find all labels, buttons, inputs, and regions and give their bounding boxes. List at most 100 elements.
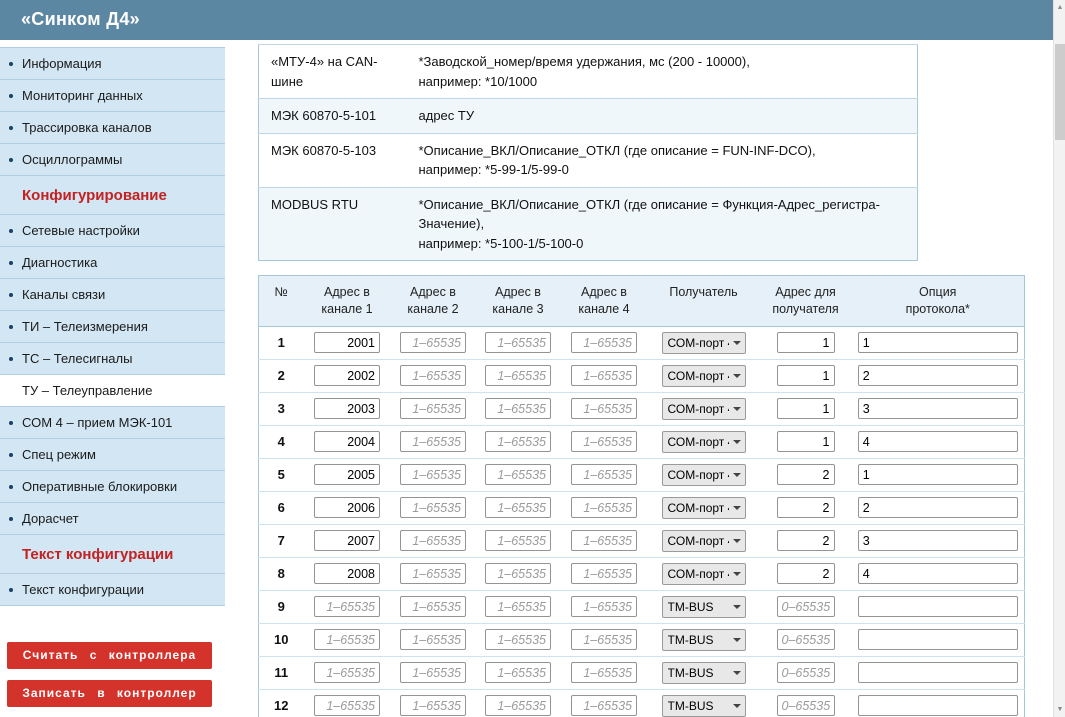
- protocol-option-input[interactable]: [858, 596, 1018, 617]
- sidebar-item[interactable]: СОМ 4 – прием МЭК-101: [0, 407, 225, 439]
- receiver-select[interactable]: TM-BUS: [662, 695, 746, 717]
- channel3-address-input[interactable]: [485, 464, 551, 485]
- channel1-address-input[interactable]: [314, 332, 380, 353]
- receiver-address-input[interactable]: [777, 530, 835, 551]
- receiver-address-input[interactable]: [777, 332, 835, 353]
- channel1-address-input[interactable]: [314, 695, 380, 716]
- channel4-address-input[interactable]: [571, 629, 637, 650]
- channel2-address-input[interactable]: [400, 662, 466, 683]
- protocol-option-input[interactable]: [858, 365, 1018, 386]
- receiver-select[interactable]: СОМ-порт 4: [662, 431, 746, 453]
- channel4-address-input[interactable]: [571, 563, 637, 584]
- channel1-address-input[interactable]: [314, 431, 380, 452]
- channel3-address-input[interactable]: [485, 596, 551, 617]
- channel1-address-input[interactable]: [314, 464, 380, 485]
- read-from-controller-button[interactable]: Считать с контроллера: [7, 642, 212, 669]
- receiver-select[interactable]: СОМ-порт 4: [662, 530, 746, 552]
- receiver-address-input[interactable]: [777, 695, 835, 716]
- write-to-controller-button[interactable]: Записать в контроллер: [7, 680, 212, 707]
- sidebar-item[interactable]: Текст конфигурации: [0, 535, 225, 574]
- sidebar-item[interactable]: Трассировка каналов: [0, 112, 225, 144]
- receiver-address-input[interactable]: [777, 629, 835, 650]
- channel2-address-input[interactable]: [400, 530, 466, 551]
- receiver-select[interactable]: СОМ-порт 4: [662, 464, 746, 486]
- sidebar-item[interactable]: ТИ – Телеизмерения: [0, 311, 225, 343]
- protocol-option-input[interactable]: [858, 398, 1018, 419]
- channel2-address-input[interactable]: [400, 629, 466, 650]
- channel1-address-input[interactable]: [314, 563, 380, 584]
- channel2-address-input[interactable]: [400, 563, 466, 584]
- channel2-address-input[interactable]: [400, 365, 466, 386]
- sidebar-item[interactable]: Дорасчет: [0, 503, 225, 535]
- receiver-select[interactable]: TM-BUS: [662, 662, 746, 684]
- receiver-address-input[interactable]: [777, 563, 835, 584]
- receiver-select[interactable]: СОМ-порт 4: [662, 563, 746, 585]
- scrollbar-thumb[interactable]: [1055, 44, 1065, 140]
- sidebar-item[interactable]: Каналы связи: [0, 279, 225, 311]
- channel4-address-input[interactable]: [571, 431, 637, 452]
- channel2-address-input[interactable]: [400, 695, 466, 716]
- channel4-address-input[interactable]: [571, 398, 637, 419]
- receiver-select[interactable]: TM-BUS: [662, 596, 746, 618]
- channel4-address-input[interactable]: [571, 596, 637, 617]
- channel3-address-input[interactable]: [485, 431, 551, 452]
- sidebar-item[interactable]: Мониторинг данных: [0, 80, 225, 112]
- sidebar-item[interactable]: Оперативные блокировки: [0, 471, 225, 503]
- scroll-down-icon[interactable]: ▼: [1054, 706, 1065, 713]
- channel1-address-input[interactable]: [314, 530, 380, 551]
- sidebar-item[interactable]: Спец режим: [0, 439, 225, 471]
- channel4-address-input[interactable]: [571, 464, 637, 485]
- channel3-address-input[interactable]: [485, 365, 551, 386]
- protocol-option-input[interactable]: [858, 530, 1018, 551]
- receiver-address-input[interactable]: [777, 398, 835, 419]
- channel1-address-input[interactable]: [314, 596, 380, 617]
- sidebar-item[interactable]: ТС – Телесигналы: [0, 343, 225, 375]
- receiver-select[interactable]: СОМ-порт 4: [662, 497, 746, 519]
- channel3-address-input[interactable]: [485, 629, 551, 650]
- channel4-address-input[interactable]: [571, 497, 637, 518]
- channel1-address-input[interactable]: [314, 398, 380, 419]
- channel3-address-input[interactable]: [485, 497, 551, 518]
- protocol-option-input[interactable]: [858, 563, 1018, 584]
- channel4-address-input[interactable]: [571, 332, 637, 353]
- channel3-address-input[interactable]: [485, 530, 551, 551]
- receiver-select[interactable]: СОМ-порт 4: [662, 398, 746, 420]
- channel4-address-input[interactable]: [571, 662, 637, 683]
- protocol-option-input[interactable]: [858, 332, 1018, 353]
- sidebar-item[interactable]: Осциллограммы: [0, 144, 225, 176]
- vertical-scrollbar[interactable]: ▲ ▼: [1053, 0, 1065, 717]
- channel1-address-input[interactable]: [314, 497, 380, 518]
- receiver-select[interactable]: СОМ-порт 4: [662, 332, 746, 354]
- channel1-address-input[interactable]: [314, 662, 380, 683]
- channel1-address-input[interactable]: [314, 629, 380, 650]
- channel3-address-input[interactable]: [485, 332, 551, 353]
- channel4-address-input[interactable]: [571, 530, 637, 551]
- channel3-address-input[interactable]: [485, 695, 551, 716]
- receiver-address-input[interactable]: [777, 596, 835, 617]
- channel4-address-input[interactable]: [571, 365, 637, 386]
- scroll-up-icon[interactable]: ▲: [1054, 4, 1065, 11]
- channel2-address-input[interactable]: [400, 596, 466, 617]
- receiver-address-input[interactable]: [777, 497, 835, 518]
- channel3-address-input[interactable]: [485, 398, 551, 419]
- sidebar-item[interactable]: Информация: [0, 48, 225, 80]
- receiver-address-input[interactable]: [777, 662, 835, 683]
- protocol-option-input[interactable]: [858, 629, 1018, 650]
- receiver-address-input[interactable]: [777, 365, 835, 386]
- channel2-address-input[interactable]: [400, 332, 466, 353]
- receiver-address-input[interactable]: [777, 431, 835, 452]
- channel2-address-input[interactable]: [400, 464, 466, 485]
- channel2-address-input[interactable]: [400, 497, 466, 518]
- protocol-option-input[interactable]: [858, 464, 1018, 485]
- sidebar-item[interactable]: Конфигурирование: [0, 176, 225, 215]
- channel2-address-input[interactable]: [400, 431, 466, 452]
- protocol-option-input[interactable]: [858, 662, 1018, 683]
- channel4-address-input[interactable]: [571, 695, 637, 716]
- protocol-option-input[interactable]: [858, 695, 1018, 716]
- sidebar-item[interactable]: Диагностика: [0, 247, 225, 279]
- sidebar-item[interactable]: ТУ – Телеуправление: [0, 375, 225, 407]
- channel2-address-input[interactable]: [400, 398, 466, 419]
- channel1-address-input[interactable]: [314, 365, 380, 386]
- channel3-address-input[interactable]: [485, 662, 551, 683]
- receiver-select[interactable]: СОМ-порт 4: [662, 365, 746, 387]
